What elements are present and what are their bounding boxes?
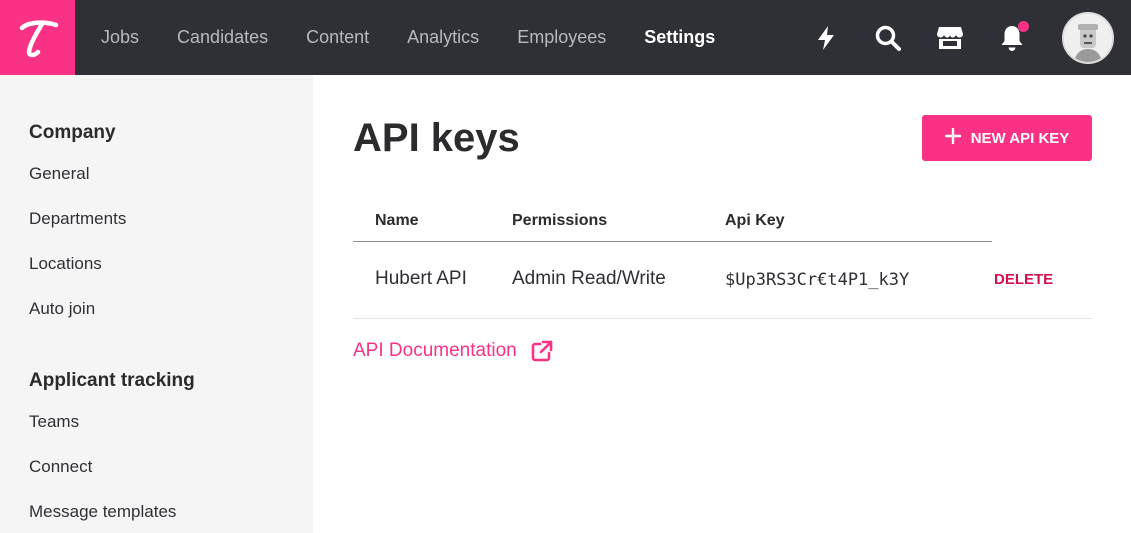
api-documentation-label: API Documentation — [353, 340, 517, 361]
sidebar-item-locations[interactable]: Locations — [29, 254, 102, 274]
sidebar-item-auto-join[interactable]: Auto join — [29, 299, 95, 319]
sidebar-heading-applicant-tracking: Applicant tracking — [29, 370, 195, 391]
user-avatar-icon — [1064, 14, 1112, 62]
external-link-icon — [531, 340, 553, 362]
sidebar-heading-company: Company — [29, 122, 116, 143]
table-cell-permissions: Admin Read/Write — [512, 268, 666, 289]
sidebar-item-general[interactable]: General — [29, 164, 89, 184]
nav-settings[interactable]: Settings — [644, 27, 715, 48]
sidebar-item-departments[interactable]: Departments — [29, 209, 126, 229]
nav-analytics[interactable]: Analytics — [407, 27, 479, 48]
new-api-key-label: NEW API KEY — [970, 129, 1070, 147]
new-api-key-button[interactable]: NEW API KEY — [922, 115, 1092, 161]
sidebar-item-teams[interactable]: Teams — [29, 412, 79, 432]
logo[interactable] — [0, 0, 75, 75]
delete-button[interactable]: DELETE — [994, 271, 1053, 288]
page-title: API keys — [353, 116, 520, 160]
search-icon[interactable] — [873, 22, 903, 54]
teamtailor-t-logo-icon — [19, 19, 58, 57]
nav-jobs[interactable]: Jobs — [101, 27, 139, 48]
store-icon[interactable] — [935, 22, 965, 54]
notification-dot — [1018, 21, 1029, 32]
plus-icon — [944, 127, 961, 148]
api-documentation-link[interactable]: API Documentation — [353, 340, 553, 362]
top-navigation-bar: Jobs Candidates Content Analytics Employ… — [0, 0, 1131, 75]
lightning-icon[interactable] — [811, 22, 841, 54]
nav-candidates[interactable]: Candidates — [177, 27, 268, 48]
table-cell-api-key: $Up3RS3Cr€t4P1_k3Y — [725, 270, 910, 290]
column-header-name: Name — [375, 212, 419, 229]
main-nav: Jobs Candidates Content Analytics Employ… — [101, 0, 753, 75]
table-header-divider — [353, 241, 992, 242]
settings-sidebar: Company General Departments Locations Au… — [0, 75, 313, 533]
column-header-api-key: Api Key — [725, 212, 785, 229]
sidebar-item-message-templates[interactable]: Message templates — [29, 502, 176, 522]
table-cell-name: Hubert API — [375, 268, 467, 289]
sidebar-item-connect[interactable]: Connect — [29, 457, 92, 477]
column-header-permissions: Permissions — [512, 212, 608, 229]
nav-employees[interactable]: Employees — [517, 27, 606, 48]
avatar[interactable] — [1062, 12, 1114, 64]
nav-content[interactable]: Content — [306, 27, 369, 48]
table-row-divider — [353, 318, 1092, 319]
